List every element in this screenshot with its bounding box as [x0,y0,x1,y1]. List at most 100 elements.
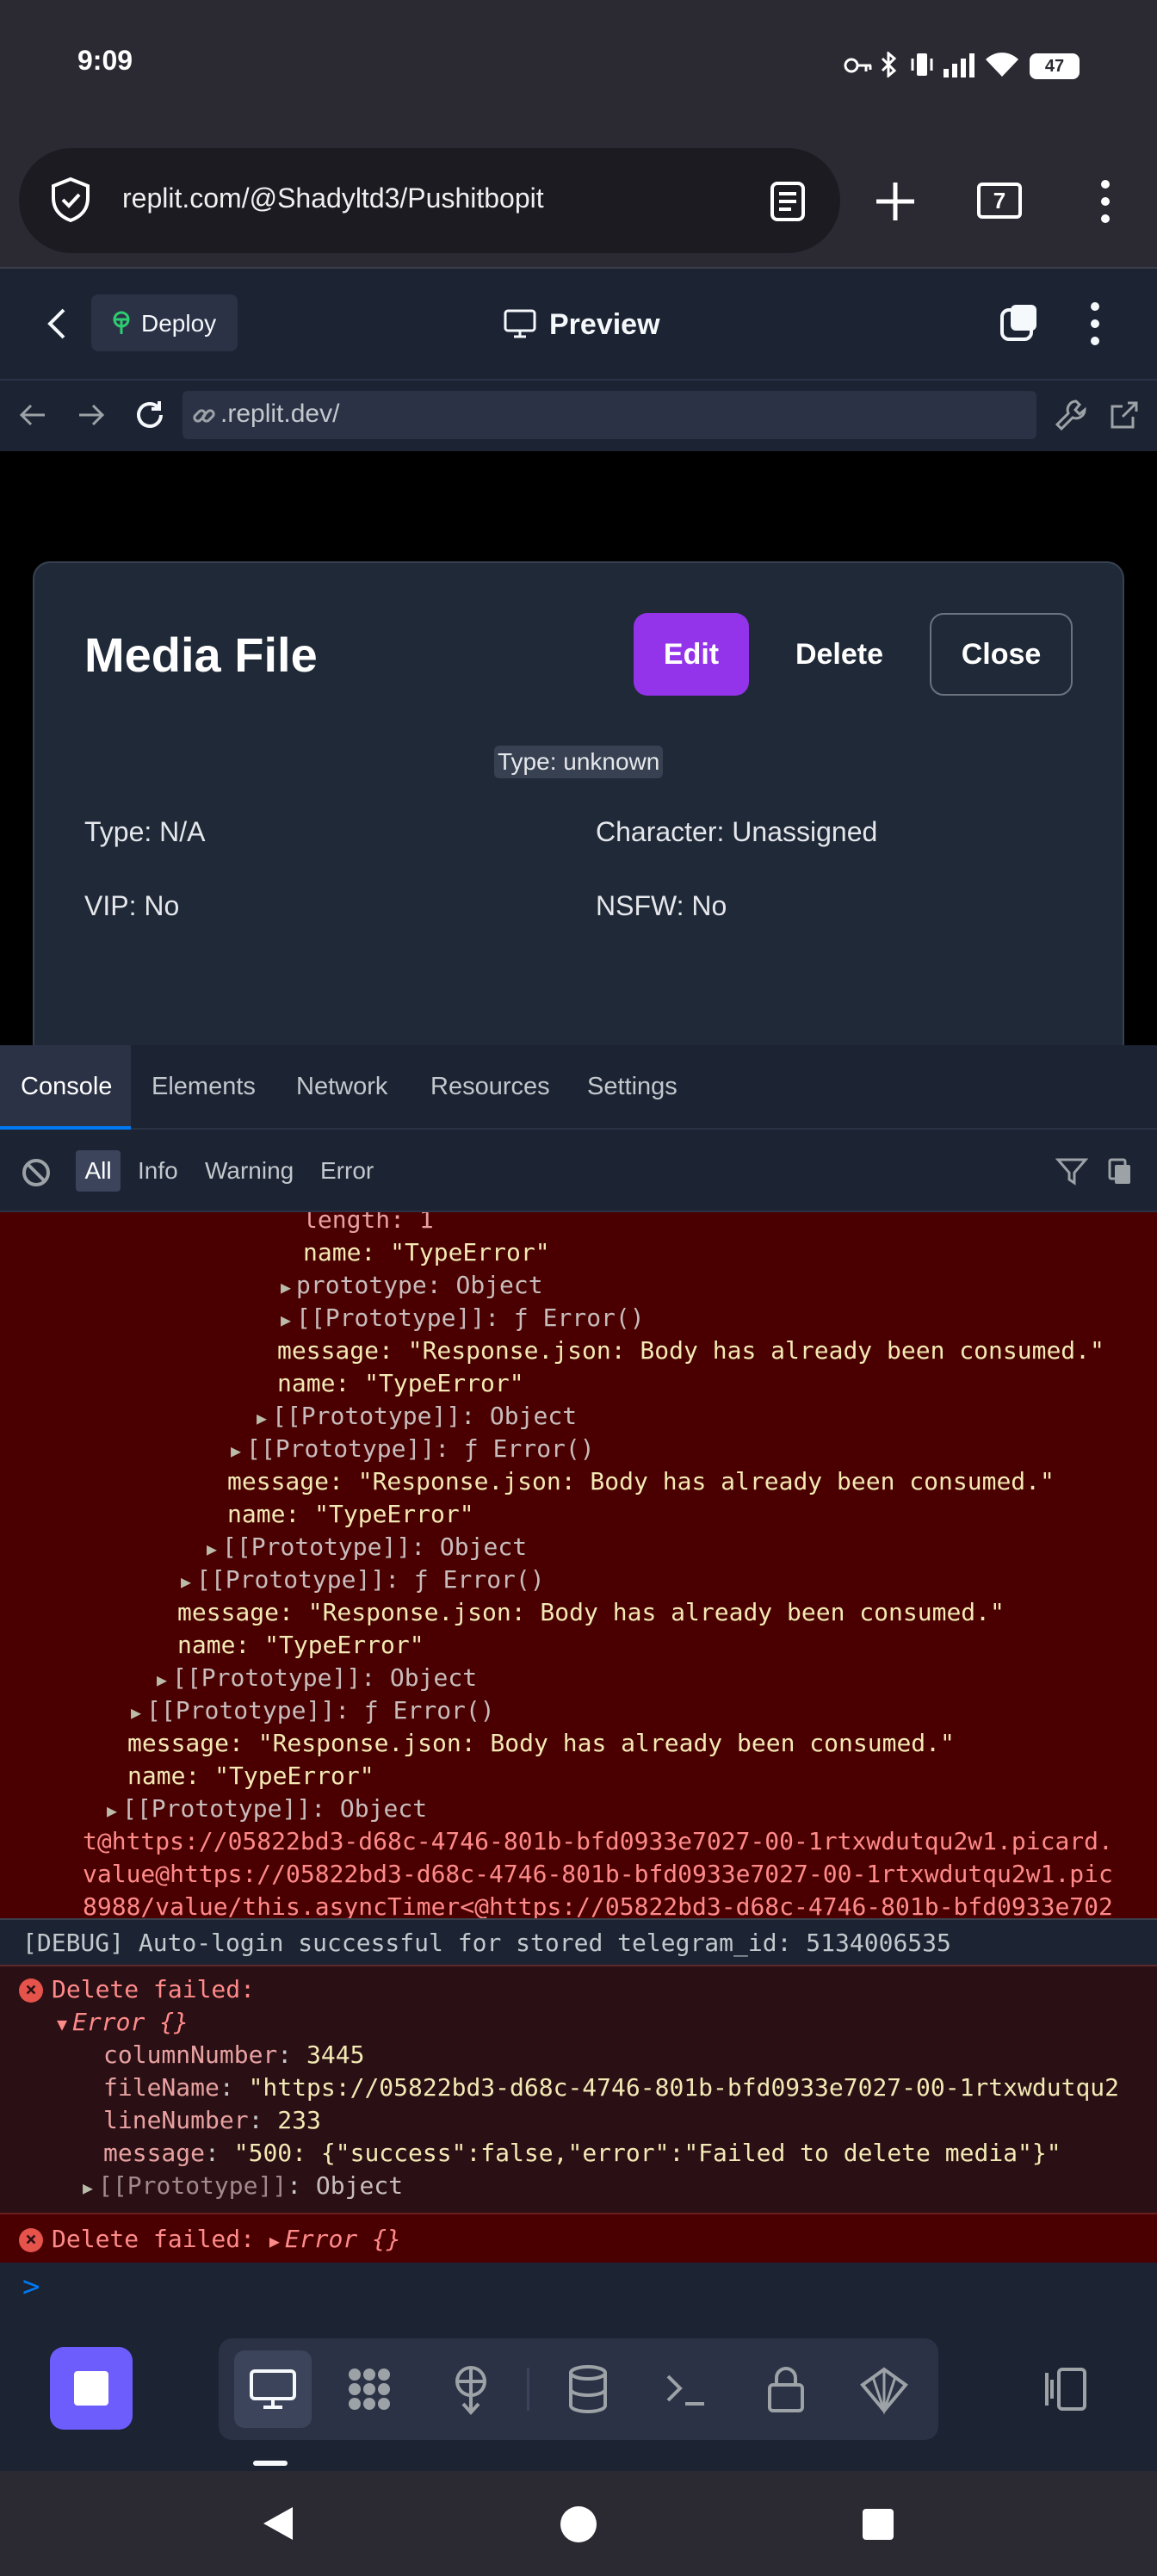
reload-icon[interactable] [133,398,167,432]
console-input[interactable] [0,2263,1157,2309]
trace-line: length: 1 [303,1212,434,1234]
trace-line: name: "TypeError" [303,1238,550,1266]
deploy-label: Deploy [141,310,217,337]
error-prototype[interactable]: ▶ [[Prototype]]: Object [83,2171,403,2202]
lock-icon[interactable] [759,2362,813,2416]
tab-console-label[interactable]: Console [21,1073,112,1101]
type-field: Type: N/A [84,816,206,847]
deploy-tool-icon[interactable] [444,2362,498,2416]
error-header: × Delete failed: [19,1975,255,2004]
nav-back-icon[interactable] [15,398,50,432]
modal-title: Media File [84,628,318,682]
active-tool-indicator [253,2461,288,2466]
trace-line[interactable]: ▶ [[Prototype]]: Object [257,1402,577,1433]
trace-line[interactable]: ▶ [[Prototype]]: Object [207,1533,527,1564]
tab-elements[interactable]: Elements [152,1073,256,1101]
trace-line: name: "TypeError" [177,1631,424,1659]
error-header[interactable]: × Delete failed: ▶ Error {} [19,2225,401,2256]
nsfw-field: NSFW: No [596,890,727,921]
error-icon: × [19,2228,43,2252]
bluetooth-icon [881,52,897,77]
tab-count-button[interactable]: 7 [977,183,1022,219]
status-time: 9:09 [77,45,133,76]
vip-field: VIP: No [84,890,180,921]
back-icon[interactable] [43,305,71,343]
close-button[interactable]: Close [930,613,1073,696]
vibrate-icon [911,53,933,76]
trace-line[interactable]: ▶ prototype: Object [281,1271,543,1302]
more-options-icon[interactable] [1083,300,1107,348]
shell-icon[interactable] [659,2362,713,2416]
signal-icon [944,53,974,77]
panel-toggle-icon[interactable] [1038,2362,1092,2416]
console-debug-entry: [DEBUG] Auto-login successful for stored… [0,1918,1157,1965]
database-icon[interactable] [561,2362,615,2416]
wrench-icon[interactable] [1054,398,1088,432]
error-column: columnNumber: 3445 [103,2040,365,2069]
error-filename: fileName: "https://05822bd3-d68c-4746-80… [103,2073,1120,2102]
battery-indicator: 47 [1030,53,1080,79]
stack-line[interactable]: t@https://05822bd3-d68c-4746-801b-bfd093… [83,1827,1113,1856]
edit-button[interactable]: Edit [634,613,749,696]
nav-forward-icon[interactable] [74,398,108,432]
trace-line[interactable]: ▶ [[Prototype]]: Object [107,1794,427,1825]
trace-line: message: "Response.json: Body has alread… [227,1467,1055,1495]
tabs-icon[interactable] [999,301,1042,344]
tab-network[interactable]: Network [296,1073,387,1101]
link-icon [193,409,215,423]
stack-line[interactable]: 8988/value/this.asyncTimer<@https://0582… [83,1892,1113,1918]
trace-line[interactable]: ▶ [[Prototype]]: ƒ Error() [281,1303,645,1334]
filter-info[interactable]: Info [138,1157,178,1185]
trace-line[interactable]: ▶ [[Prototype]]: Object [157,1663,477,1694]
status-bar [0,0,1157,129]
trace-line: name: "TypeError" [277,1369,524,1397]
system-recents-icon[interactable] [861,2507,895,2542]
console-error-entry: length: 1 name: "TypeError" ▶ prototype: … [0,1212,1157,1918]
trace-line: name: "TypeError" [127,1762,374,1790]
error-linenumber: lineNumber: 233 [103,2106,321,2134]
shield-icon[interactable] [45,174,96,226]
wifi-icon [986,53,1018,77]
error-message: message: "500: {"success":false,"error":… [103,2139,1061,2167]
tool-divider [527,2368,529,2411]
monitor-icon[interactable] [246,2362,300,2416]
agent-icon[interactable] [857,2362,911,2416]
deploy-icon [113,311,130,334]
copy-icon[interactable] [1107,1157,1133,1186]
browser-menu-icon[interactable] [1093,177,1117,226]
filter-all[interactable]: All [76,1150,121,1192]
trace-line: message: "Response.json: Body has alread… [277,1336,1104,1365]
system-home-icon[interactable] [560,2505,597,2543]
stop-icon [74,2371,108,2406]
preview-title[interactable]: Preview [549,308,660,342]
prompt-chevron-icon: > [22,2269,40,2304]
tab-settings[interactable]: Settings [587,1073,677,1101]
filter-warning[interactable]: Warning [205,1157,294,1185]
trace-line: message: "Response.json: Body has alread… [177,1598,1005,1626]
monitor-icon [504,309,536,338]
tab-resources[interactable]: Resources [430,1073,550,1101]
new-tab-icon[interactable] [871,177,919,226]
address-text[interactable]: replit.com/@Shadyltd3/Pushitbopit [122,183,544,214]
error-icon: × [19,1978,43,2003]
filter-error[interactable]: Error [320,1157,374,1185]
funnel-icon[interactable] [1055,1157,1088,1186]
webview-url-text[interactable]: .replit.dev/ [220,399,339,429]
key-icon [844,58,872,73]
trace-line[interactable]: ▶ [[Prototype]]: ƒ Error() [181,1565,545,1596]
reader-mode-icon[interactable] [769,181,807,222]
type-badge: Type: unknown [494,746,664,778]
trace-line[interactable]: ▶ [[Prototype]]: ƒ Error() [131,1696,495,1727]
trace-line: message: "Response.json: Body has alread… [127,1729,955,1757]
open-external-icon[interactable] [1107,398,1142,432]
apps-grid-icon[interactable] [343,2362,396,2416]
system-back-icon[interactable] [258,2504,298,2543]
trace-line[interactable]: ▶ [[Prototype]]: ƒ Error() [231,1434,595,1465]
trace-line: name: "TypeError" [227,1500,474,1528]
delete-button[interactable]: Delete [775,613,904,696]
error-object[interactable]: ▼ Error {} [57,2008,189,2039]
stack-line[interactable]: value@https://05822bd3-d68c-4746-801b-bf… [83,1860,1113,1889]
clear-console-icon[interactable] [21,1157,52,1188]
character-field: Character: Unassigned [596,816,878,847]
console-error-entry-expanded: × Delete failed: ▼ Error {} columnNumber: … [0,1965,1157,2213]
